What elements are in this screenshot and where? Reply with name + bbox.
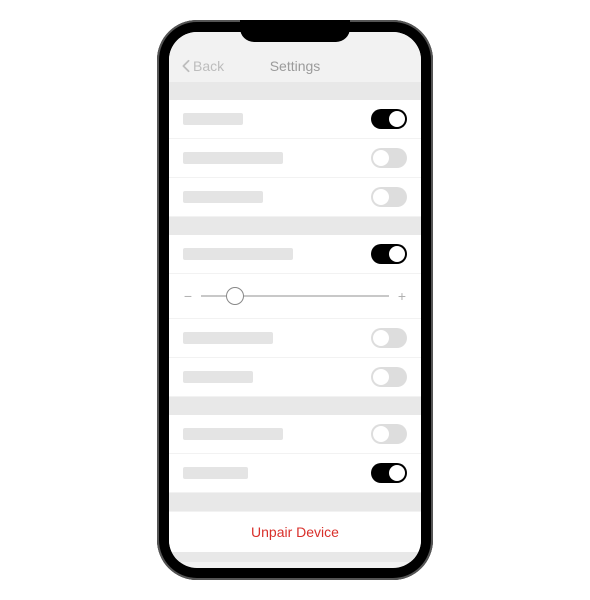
setting-label-placeholder [183, 371, 253, 383]
back-button[interactable]: Back [181, 58, 224, 74]
content: − + [169, 82, 421, 562]
minus-icon: − [183, 288, 193, 304]
setting-label-placeholder [183, 428, 283, 440]
setting-row[interactable] [169, 235, 421, 274]
section-separator [169, 397, 421, 415]
setting-row[interactable] [169, 358, 421, 397]
toggle-switch[interactable] [371, 424, 407, 444]
setting-label-placeholder [183, 332, 273, 344]
toggle-switch[interactable] [371, 328, 407, 348]
setting-label-placeholder [183, 248, 293, 260]
toggle-switch[interactable] [371, 367, 407, 387]
unpair-device-button[interactable]: Unpair Device [169, 511, 421, 552]
chevron-left-icon [181, 59, 191, 73]
toggle-switch[interactable] [371, 463, 407, 483]
setting-row[interactable] [169, 415, 421, 454]
setting-label-placeholder [183, 467, 248, 479]
setting-row[interactable] [169, 139, 421, 178]
section-separator [169, 552, 421, 562]
page-title: Settings [270, 58, 321, 74]
setting-label-placeholder [183, 191, 263, 203]
slider-row: − + [169, 274, 421, 319]
setting-row[interactable] [169, 178, 421, 217]
toggle-switch[interactable] [371, 148, 407, 168]
screen: Back Settings [169, 32, 421, 568]
setting-row[interactable] [169, 454, 421, 493]
section-separator [169, 493, 421, 511]
section-separator [169, 82, 421, 100]
setting-row[interactable] [169, 100, 421, 139]
toggle-switch[interactable] [371, 109, 407, 129]
back-label: Back [193, 58, 224, 74]
slider[interactable] [201, 295, 389, 297]
slider-thumb[interactable] [226, 287, 244, 305]
toggle-switch[interactable] [371, 187, 407, 207]
toggle-switch[interactable] [371, 244, 407, 264]
setting-label-placeholder [183, 152, 283, 164]
notch [240, 20, 350, 42]
phone-frame: Back Settings [157, 20, 433, 580]
setting-label-placeholder [183, 113, 243, 125]
section-separator [169, 217, 421, 235]
setting-row[interactable] [169, 319, 421, 358]
plus-icon: + [397, 288, 407, 304]
